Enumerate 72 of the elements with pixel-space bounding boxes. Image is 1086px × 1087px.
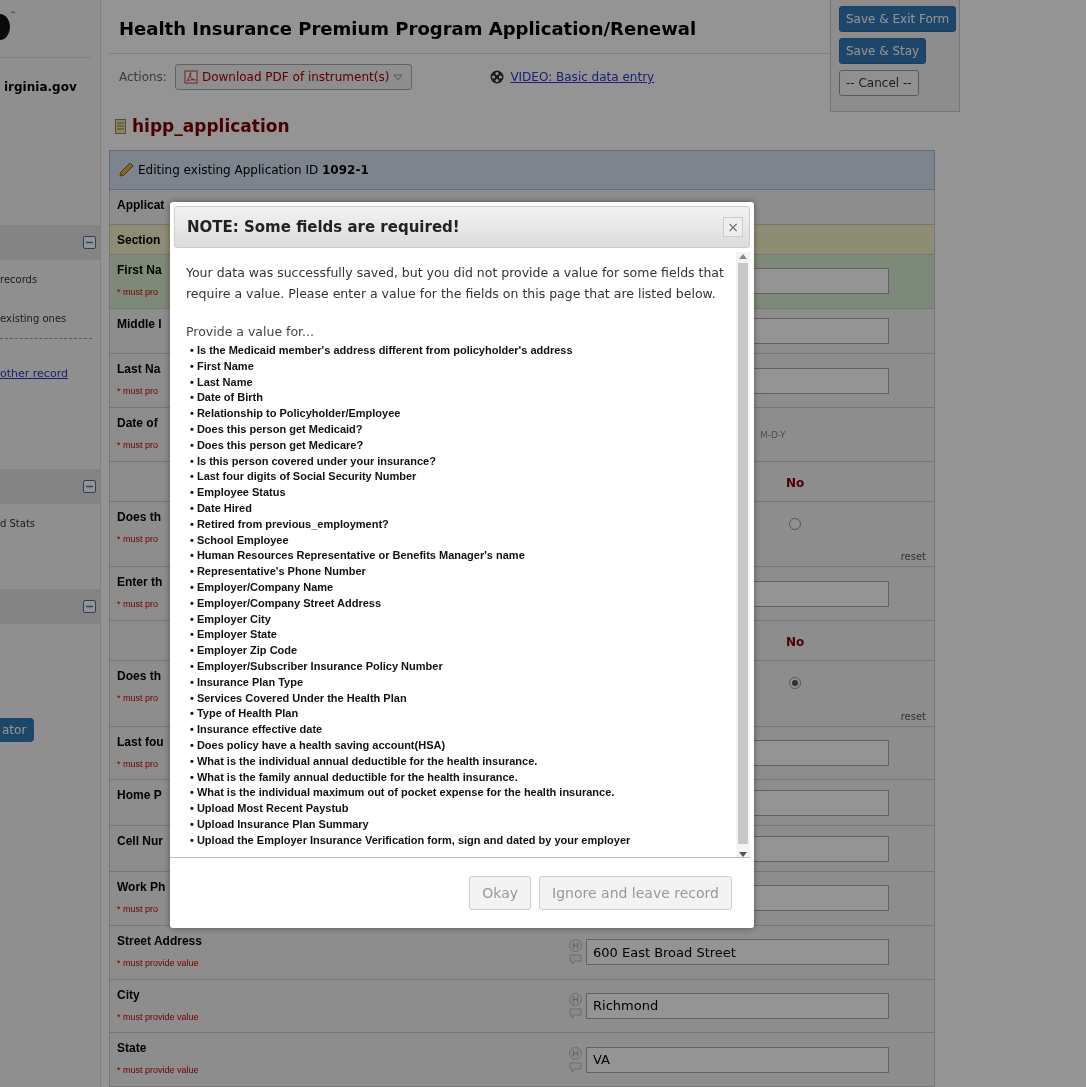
field-label: Section xyxy=(117,232,161,247)
required-field-item: • Upload the Employer Insurance Verification form, sign and dated by your employer xyxy=(190,832,632,848)
required-field-item: • Last Name xyxy=(190,374,254,390)
dialog-message: Your data was successfully saved, but you did not provide a value for some fields that require a value. Please enter a value for the fields on this page that are listed below. xyxy=(186,264,725,303)
required-field-item: • Is the Medicaid member's address different from policyholder's address xyxy=(190,343,574,358)
required-field-item: • What is the family annual deductible for the health insurance. xyxy=(190,769,519,785)
required-field-item: • Upload Most Recent Paystub xyxy=(190,801,350,817)
required-field-item: • Does this person get Medicaid? xyxy=(190,422,364,437)
required-field-item: • Services Covered Under the Health Plan xyxy=(190,690,408,706)
required-field-item: • Date Hired xyxy=(190,500,253,516)
sidebar-text: existing ones xyxy=(0,313,68,324)
sidebar-text: d Stats xyxy=(0,518,37,529)
required-field-item: • First Name xyxy=(190,358,255,374)
required-note: * must pro xyxy=(117,904,158,914)
option-label: No xyxy=(786,635,805,650)
required-note: * must provide value xyxy=(117,957,199,968)
required-field-item: • Employer State xyxy=(190,627,278,643)
required-field-item: • Is this person covered under your insurance? xyxy=(190,453,437,469)
required-field-item: • Date of Birth xyxy=(190,390,264,406)
actions-label: Actions: xyxy=(119,70,167,84)
required-note: * must pro xyxy=(117,386,158,397)
field-label: Home P xyxy=(117,788,162,803)
required-field-item: • Employer/Company Street Address xyxy=(190,595,383,611)
required-field-item: • Insurance Plan Type xyxy=(190,674,305,690)
required-field-item: • Relationship to Policyholder/Employee xyxy=(190,406,402,422)
required-field-item: • Type of Health Plan xyxy=(190,706,300,722)
required-field-item: • Retired from previous_employment? xyxy=(190,516,390,532)
field-label: Date of xyxy=(117,416,158,431)
date-format-hint: M-D-Y xyxy=(760,429,786,440)
required-field-item: • Employer City xyxy=(190,611,272,627)
required-note: * must pro xyxy=(117,533,158,544)
required-note: * must pro xyxy=(117,599,158,610)
required-field-item: • Insurance effective date xyxy=(190,722,324,738)
field-label: City xyxy=(117,987,140,1002)
required-field-item: • What is the individual annual deductible for the health insurance. xyxy=(190,753,539,769)
required-note: * must pro xyxy=(117,758,158,769)
field-label: Applicat xyxy=(117,198,165,212)
instrument-title: hipp_application xyxy=(132,116,290,136)
required-field-item: • Employer Zip Code xyxy=(190,643,299,659)
required-field-item: • School Employee xyxy=(190,532,290,548)
required-field-item: • Representative's Phone Number xyxy=(190,564,367,580)
required-note: * must pro xyxy=(117,286,158,297)
required-field-item: • Employee Status xyxy=(190,485,287,501)
required-field-item: • Employer/Subscriber Insurance Policy Number xyxy=(190,658,444,674)
field-label: Last fou xyxy=(117,734,164,749)
field-label: Street Address xyxy=(117,933,202,948)
required-note: * must pro xyxy=(117,692,158,703)
field-label: Does th xyxy=(117,509,161,524)
dialog-title: NOTE: Some fields are required! xyxy=(187,218,460,236)
required-note: * must provide value xyxy=(117,1065,199,1076)
required-field-item: • Human Resources Representative or Benefits Manager's name xyxy=(190,548,526,564)
field-label: State xyxy=(117,1041,147,1056)
field-label: Middle I xyxy=(117,316,162,331)
field-label: Last Na xyxy=(117,362,161,377)
required-field-item: • Last four digits of Social Security Number xyxy=(190,469,418,485)
option-label: No xyxy=(786,475,805,490)
editing-status-text: Editing existing Application ID 1092-1 xyxy=(138,163,369,177)
required-note: * must pro xyxy=(117,440,158,451)
required-field-item: • What is the individual maximum out of pocket expense for the health insurance. xyxy=(190,785,616,801)
required-field-item: • Employer/Company Name xyxy=(190,579,335,595)
field-label: Cell Nur xyxy=(117,834,163,849)
required-field-item: • Does policy have a health saving account(HSA) xyxy=(190,737,447,753)
required-field-item: • Upload Insurance Plan Summary xyxy=(190,816,370,832)
field-label: Does th xyxy=(117,668,161,683)
site-name: irginia.gov xyxy=(3,79,78,96)
field-label: Enter th xyxy=(117,575,163,590)
field-label: Work Ph xyxy=(117,880,166,894)
list-intro: Provide a value for... xyxy=(186,324,315,339)
required-field-item: • Does this person get Medicare? xyxy=(190,437,365,453)
sidebar-text: records xyxy=(0,274,39,285)
field-label: First Na xyxy=(117,262,162,277)
required-note: * must provide value xyxy=(117,1011,199,1022)
